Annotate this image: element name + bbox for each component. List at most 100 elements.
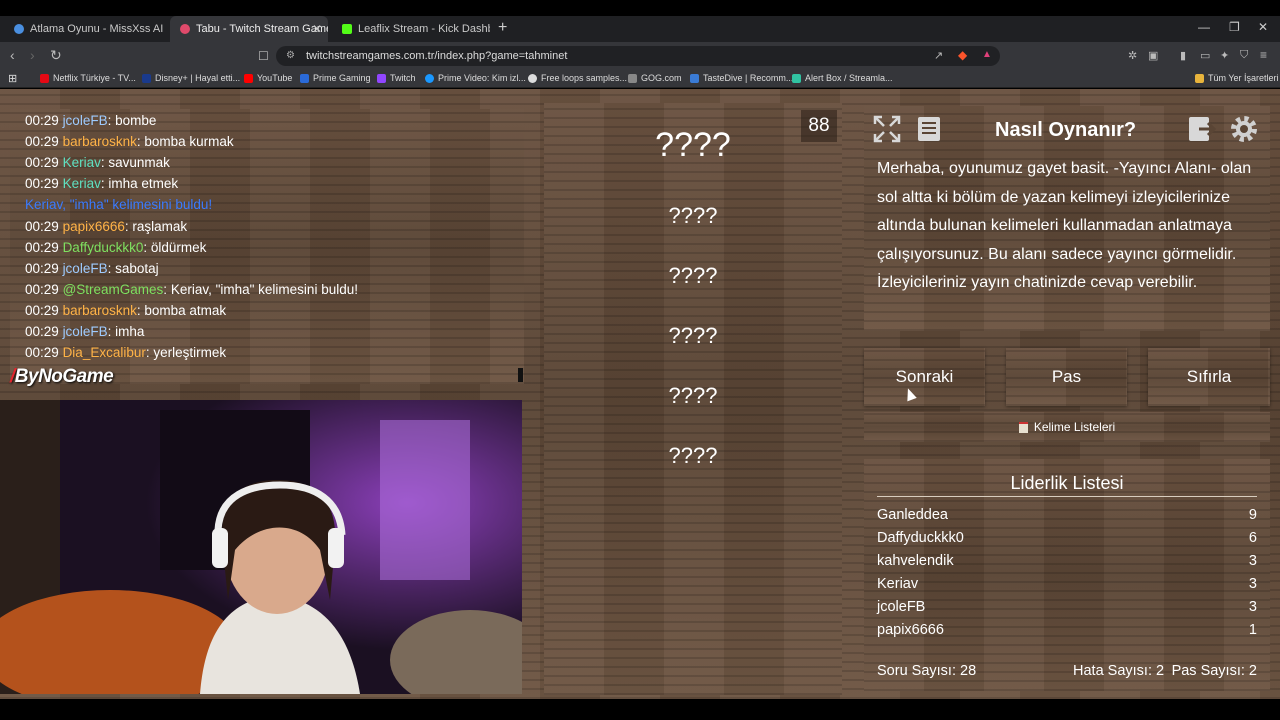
- chat-message: 00:29 Daffyduckkk0: öldürmek: [25, 239, 207, 255]
- sidebar-icon[interactable]: ▮: [1180, 49, 1186, 62]
- chat-username[interactable]: Keriav: [63, 176, 101, 191]
- all-bookmarks[interactable]: Tüm Yer İşaretleri: [1195, 73, 1279, 83]
- menu-icon[interactable]: ≡: [1260, 48, 1267, 62]
- rules-document-icon[interactable]: [913, 113, 945, 145]
- chat-username[interactable]: @StreamGames: [63, 282, 164, 297]
- chat-time: 00:29: [25, 239, 59, 255]
- bookmark-label: Twitch: [390, 73, 416, 83]
- bookmark-netflix[interactable]: Netflix Türkiye - TV...: [40, 73, 136, 83]
- chat-username[interactable]: jcoleFB: [63, 324, 108, 339]
- tab-atlama[interactable]: Atlama Oyunu - MissXss AI Bot Syste: [4, 16, 164, 42]
- chat-text: bomba kurmak: [144, 134, 234, 150]
- help-text: Merhaba, oyunumuz gayet basit. -Yayıncı …: [877, 160, 1252, 292]
- leaderboard-row: kahvelendik 3: [877, 553, 1257, 569]
- site-info-icon[interactable]: ⚙: [286, 50, 295, 61]
- prime-gaming-icon: [300, 73, 309, 83]
- vpn-icon[interactable]: ⛉: [1240, 49, 1248, 62]
- bookmark-youtube[interactable]: YouTube: [244, 73, 292, 83]
- fullscreen-icon[interactable]: [871, 113, 903, 145]
- chat-text: imha: [115, 324, 145, 339]
- reload-icon[interactable]: ↻: [50, 47, 62, 64]
- leaderboard-divider: [877, 496, 1257, 497]
- bookmark-disney[interactable]: Disney+ | Hayal etti...: [142, 73, 240, 83]
- chat-message: 00:29 jcoleFB: bombe: [25, 113, 157, 128]
- leaderboard-score: 9: [1248, 507, 1257, 523]
- chat-username[interactable]: Keriav: [63, 155, 101, 170]
- question-count: Soru Sayısı: 28: [877, 663, 977, 679]
- chat-text: imha etmek: [108, 176, 179, 192]
- chat-username[interactable]: jcoleFB: [63, 113, 108, 128]
- bookmark-alert-box[interactable]: Alert Box / Streamla...: [792, 73, 893, 83]
- address-bar[interactable]: ⚙ twitchstreamgames.com.tr/index.php?gam…: [276, 46, 1000, 66]
- maximize-icon[interactable]: ❐: [1229, 20, 1240, 34]
- chat-username[interactable]: papix6666: [63, 219, 125, 234]
- brave-rewards-icon[interactable]: ▲: [982, 49, 992, 60]
- leaderboard-score: 3: [1248, 599, 1257, 615]
- chat-message: 00:29 barbarosknk: bomba kurmak: [25, 134, 234, 150]
- bookmark-label: Alert Box / Streamla...: [805, 73, 893, 83]
- chat-username[interactable]: jcoleFB: [63, 261, 108, 276]
- apps-icon[interactable]: ⊞: [8, 72, 17, 85]
- chat-username[interactable]: barbarosknk: [63, 303, 137, 318]
- leaderboard-row: Daffyduckkk0 6: [877, 530, 1257, 546]
- bynogame-logo: /ByNoGame: [10, 366, 114, 388]
- settings-gear-icon[interactable]: [1228, 113, 1260, 145]
- chat-message: 00:29 jcoleFB: imha: [25, 324, 145, 339]
- streamlabs-icon: [792, 73, 801, 83]
- share-icon[interactable]: ↗: [934, 49, 943, 62]
- forbidden-word: ????: [668, 323, 718, 348]
- chat-scrollbar[interactable]: [518, 368, 523, 382]
- chat-time: 00:29: [25, 324, 59, 339]
- forbidden-word: ????: [668, 383, 718, 408]
- bookmark-label: YouTube: [257, 73, 293, 83]
- chat-message: 00:29 @StreamGames: Keriav, "imha" kelim…: [25, 281, 358, 297]
- chat-message: 00:29 jcoleFB: sabotaj: [25, 260, 159, 276]
- chat-username[interactable]: Dia_Excalibur: [63, 345, 146, 360]
- new-tab-icon[interactable]: +: [498, 19, 507, 37]
- tastedive-icon: [690, 73, 699, 83]
- bookmark-prime-video[interactable]: Prime Video: Kim izl...: [425, 73, 526, 83]
- bookmarks-bar: ⊞ Netflix Türkiye - TV... Disney+ | Haya…: [0, 70, 1280, 88]
- chat-username[interactable]: barbarosknk: [63, 134, 137, 149]
- wallet-icon[interactable]: ▭: [1200, 49, 1210, 62]
- forward-icon[interactable]: ›: [30, 47, 35, 63]
- reset-button-label: Sıfırla: [1186, 367, 1232, 386]
- window-close-icon[interactable]: ✕: [1258, 20, 1268, 34]
- bookmark-tastedive[interactable]: TasteDive | Recomm...: [690, 73, 793, 83]
- chat-time: 00:29: [25, 176, 59, 192]
- pass-button[interactable]: Pas: [1006, 348, 1127, 406]
- leaderboard-row: papix6666 1: [877, 622, 1257, 638]
- minimize-icon[interactable]: —: [1198, 20, 1210, 34]
- back-icon[interactable]: ‹: [10, 47, 15, 63]
- extension-icon[interactable]: ▣: [1148, 49, 1158, 62]
- prime-video-icon: [425, 73, 434, 83]
- bookmark-free-loops[interactable]: Free loops samples...: [528, 73, 627, 83]
- bookmark-page-icon[interactable]: ☐: [258, 49, 269, 63]
- close-tab-icon[interactable]: ✕: [312, 22, 322, 36]
- tab-tabu[interactable]: Tabu - Twitch Stream Games ✕: [170, 16, 328, 42]
- word-lists-button[interactable]: Kelime Listeleri: [864, 412, 1270, 442]
- tab-favicon-icon: [180, 24, 190, 34]
- chat-system-text: Keriav, "imha" kelimesini buldu!: [25, 197, 213, 213]
- next-button-label: Sonraki: [895, 367, 954, 386]
- bookmark-label: Free loops samples...: [541, 73, 628, 83]
- chat-text: bombe: [115, 113, 157, 128]
- leaderboard-score: 1: [1248, 622, 1257, 638]
- bookmark-twitch[interactable]: Twitch: [377, 73, 416, 83]
- next-button[interactable]: Sonraki: [864, 348, 985, 406]
- chat-message: 00:29 barbarosknk: bomba atmak: [25, 302, 227, 318]
- bookmark-label: GOG.com: [641, 73, 682, 83]
- tab-leaflix[interactable]: Leaflix Stream - Kick Dashboard: [332, 16, 490, 42]
- leo-icon[interactable]: ✦: [1220, 49, 1229, 62]
- brave-shield-icon[interactable]: ◆: [958, 48, 967, 62]
- tab-strip: Atlama Oyunu - MissXss AI Bot Syste Tabu…: [0, 16, 1280, 42]
- reset-button[interactable]: Sıfırla: [1148, 348, 1270, 406]
- bookmark-prime-gaming[interactable]: Prime Gaming: [300, 73, 371, 83]
- notepad-icon: [1018, 421, 1028, 433]
- bookmark-gog[interactable]: GOG.com: [628, 73, 682, 83]
- chat-text: öldürmek: [150, 239, 207, 255]
- chat-username[interactable]: Daffyduckkk0: [63, 240, 144, 255]
- extensions-icon[interactable]: ✲: [1128, 49, 1137, 62]
- logout-icon[interactable]: [1186, 113, 1218, 145]
- twitch-icon: [377, 73, 386, 83]
